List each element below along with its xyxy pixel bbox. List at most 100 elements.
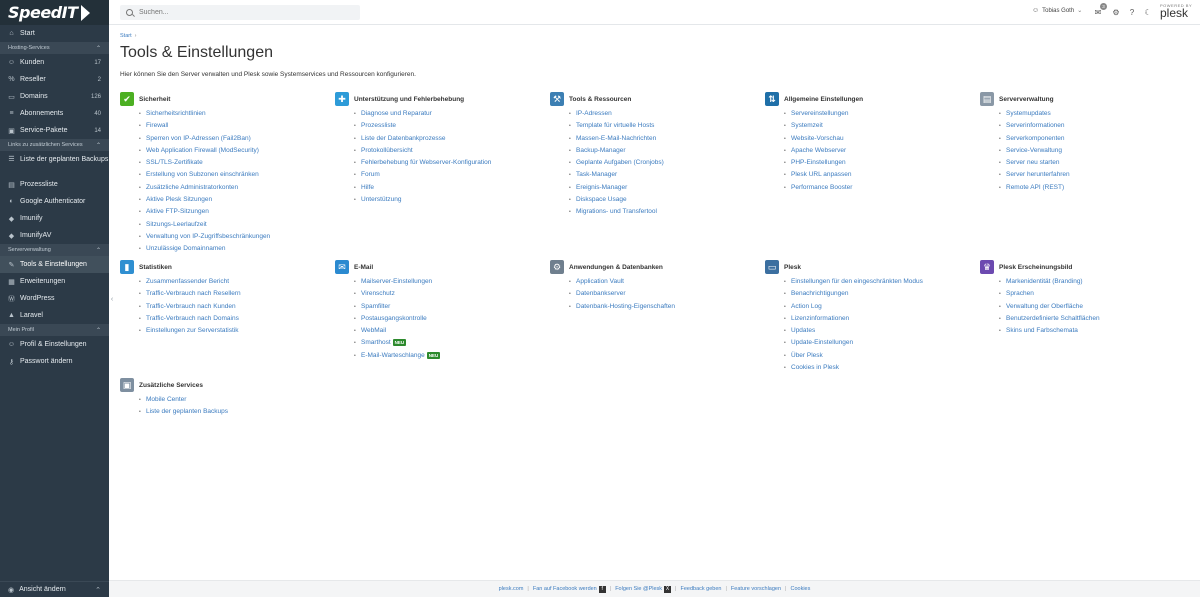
sidebar-item-prozessliste[interactable]: ▤ Prozessliste bbox=[0, 176, 109, 193]
tool-link[interactable]: Datenbank-Hosting-Eigenschaften bbox=[569, 301, 760, 314]
tool-link[interactable]: Task-Manager bbox=[569, 169, 760, 182]
section-serververwaltung[interactable]: Serververwaltung ⌃ bbox=[0, 244, 109, 256]
tool-link[interactable]: PHP-Einstellungen bbox=[784, 157, 975, 170]
tool-link[interactable]: Mobile Center bbox=[139, 394, 330, 407]
tool-link[interactable]: Traffic-Verbrauch nach Resellern bbox=[139, 288, 330, 301]
footer-link-twitter[interactable]: Folgen Sie @Plesk bbox=[615, 586, 662, 592]
tool-link[interactable]: Remote API (REST) bbox=[999, 182, 1190, 195]
logo[interactable]: SpeedIT bbox=[0, 0, 109, 25]
tool-link[interactable]: Website-Vorschau bbox=[784, 133, 975, 146]
suggestions-icon[interactable]: ⚙ bbox=[1111, 7, 1121, 17]
tool-link[interactable]: Liste der Datenbankprozesse bbox=[354, 133, 545, 146]
sidebar-item-service-pakete[interactable]: ▣ Service-Pakete 14 bbox=[0, 122, 109, 139]
tool-link[interactable]: Massen-E-Mail-Nachrichten bbox=[569, 133, 760, 146]
tool-link[interactable]: Markenidentität (Branding) bbox=[999, 276, 1190, 289]
breadcrumb-start[interactable]: Start bbox=[120, 33, 132, 39]
sidebar-item-kunden[interactable]: ☺ Kunden 17 bbox=[0, 54, 109, 71]
sidebar-item-reseller[interactable]: % Reseller 2 bbox=[0, 71, 109, 88]
tool-link[interactable]: Update-Einstellungen bbox=[784, 337, 975, 350]
tool-link[interactable]: Diagnose und Reparatur bbox=[354, 108, 545, 121]
tool-link[interactable]: Sprachen bbox=[999, 288, 1190, 301]
tool-link[interactable]: IP-Adressen bbox=[569, 108, 760, 121]
tool-link[interactable]: Servereinstellungen bbox=[784, 108, 975, 121]
tool-link[interactable]: Service-Verwaltung bbox=[999, 145, 1190, 158]
footer-link-feedback[interactable]: Feedback geben bbox=[680, 586, 721, 592]
tool-link[interactable]: Skins und Farbschemata bbox=[999, 325, 1190, 338]
sidebar-item-start[interactable]: ⌂ Start bbox=[0, 25, 109, 42]
search-input[interactable] bbox=[139, 9, 339, 16]
tool-link[interactable]: Ereignis-Manager bbox=[569, 182, 760, 195]
tool-link[interactable]: Einstellungen zur Serverstatistik bbox=[139, 325, 330, 338]
tool-link[interactable]: Hilfe bbox=[354, 182, 545, 195]
sidebar-item-domains[interactable]: ▭ Domains 126 bbox=[0, 88, 109, 105]
sidebar-item-erweiterungen[interactable]: ▦ Erweiterungen bbox=[0, 273, 109, 290]
tool-link[interactable]: Zusätzliche Administratorkonten bbox=[139, 182, 330, 195]
tool-link[interactable]: Zusammenfassender Bericht bbox=[139, 276, 330, 289]
sidebar-item-backup-list[interactable]: ☰ Liste der geplanten Backups bbox=[0, 151, 109, 176]
tool-link[interactable]: Server neu starten bbox=[999, 157, 1190, 170]
tool-link[interactable]: Einstellungen für den eingeschränkten Mo… bbox=[784, 276, 975, 289]
search-box[interactable] bbox=[120, 5, 360, 20]
tool-link[interactable]: Traffic-Verbrauch nach Kunden bbox=[139, 301, 330, 314]
sidebar-item-laravel[interactable]: ▲ Laravel bbox=[0, 307, 109, 324]
section-links[interactable]: Links zu zusätzlichen Services ⌃ bbox=[0, 139, 109, 151]
tool-link[interactable]: Backup-Manager bbox=[569, 145, 760, 158]
tool-link[interactable]: Protokollübersicht bbox=[354, 145, 545, 158]
tool-link[interactable]: E-Mail-WarteschlangeNEU bbox=[354, 350, 545, 362]
footer-link-facebook[interactable]: Fan auf Facebook werden bbox=[533, 586, 597, 592]
sidebar-item-wordpress[interactable]: Ⓦ WordPress bbox=[0, 290, 109, 307]
tool-link[interactable]: Benachrichtigungen bbox=[784, 288, 975, 301]
footer-link-cookies[interactable]: Cookies bbox=[790, 586, 810, 592]
notifications-icon[interactable]: ✉ 3 bbox=[1093, 3, 1107, 17]
tool-link[interactable]: Updates bbox=[784, 325, 975, 338]
sidebar-item-imunifyav[interactable]: ◆ ImunifyAV bbox=[0, 227, 109, 244]
tool-link[interactable]: Über Plesk bbox=[784, 350, 975, 363]
user-menu[interactable]: ☺ Tobias Goth ⌄ bbox=[1032, 7, 1082, 14]
tool-link[interactable]: Migrations- und Transfertool bbox=[569, 206, 760, 219]
tool-link[interactable]: Verwaltung der Oberfläche bbox=[999, 301, 1190, 314]
tool-link[interactable]: Sitzungs-Leerlaufzeit bbox=[139, 219, 330, 232]
tool-link[interactable]: Verwaltung von IP-Zugriffsbeschränkungen bbox=[139, 231, 330, 244]
sidebar-item-abonnements[interactable]: ≡ Abonnements 40 bbox=[0, 105, 109, 122]
tool-link[interactable]: Performance Booster bbox=[784, 182, 975, 195]
tool-link[interactable]: Apache Webserver bbox=[784, 145, 975, 158]
footer-link-plesk[interactable]: plesk.com bbox=[499, 586, 524, 592]
tool-link[interactable]: Mailserver-Einstellungen bbox=[354, 276, 545, 289]
tool-link[interactable]: Forum bbox=[354, 169, 545, 182]
theme-toggle-icon[interactable]: ☾ bbox=[1143, 7, 1153, 17]
tool-link[interactable]: Benutzerdefinierte Schaltflächen bbox=[999, 313, 1190, 326]
tool-link[interactable]: Lizenzinformationen bbox=[784, 313, 975, 326]
section-hosting-services[interactable]: Hosting-Services ⌃ bbox=[0, 42, 109, 54]
tool-link[interactable]: Application Vault bbox=[569, 276, 760, 289]
sidebar-item-imunify[interactable]: ◆ Imunify bbox=[0, 210, 109, 227]
tool-link[interactable]: Fehlerbehebung für Webserver-Konfigurati… bbox=[354, 157, 545, 170]
tool-link[interactable]: Geplante Aufgaben (Cronjobs) bbox=[569, 157, 760, 170]
tool-link[interactable]: Datenbankserver bbox=[569, 288, 760, 301]
tool-link[interactable]: Firewall bbox=[139, 120, 330, 133]
tool-link[interactable]: Postausgangskontrolle bbox=[354, 313, 545, 326]
tool-link[interactable]: Action Log bbox=[784, 301, 975, 314]
sidebar-item-passwort[interactable]: ⚷ Passwort ändern bbox=[0, 353, 109, 370]
tool-link[interactable]: Systemupdates bbox=[999, 108, 1190, 121]
tool-link[interactable]: Sicherheitsrichtlinien bbox=[139, 108, 330, 121]
tool-link[interactable]: WebMail bbox=[354, 325, 545, 338]
tool-link[interactable]: Unzulässige Domainnamen bbox=[139, 243, 330, 256]
change-view-button[interactable]: ◉ Ansicht ändern ⌃ bbox=[0, 581, 109, 597]
tool-link[interactable]: Spamfilter bbox=[354, 301, 545, 314]
help-icon[interactable]: ? bbox=[1127, 7, 1137, 17]
tool-link[interactable]: Serverkomponenten bbox=[999, 133, 1190, 146]
tool-link[interactable]: Serverinformationen bbox=[999, 120, 1190, 133]
tool-link[interactable]: Cookies in Plesk bbox=[784, 362, 975, 375]
tool-link[interactable]: Sperren von IP-Adressen (Fail2Ban) bbox=[139, 133, 330, 146]
tool-link[interactable]: Plesk URL anpassen bbox=[784, 169, 975, 182]
tool-link[interactable]: SmarthostNEU bbox=[354, 337, 545, 350]
tool-link[interactable]: Traffic-Verbrauch nach Domains bbox=[139, 313, 330, 326]
section-mein-profil[interactable]: Mein Profil ⌃ bbox=[0, 324, 109, 336]
tool-link[interactable]: Systemzeit bbox=[784, 120, 975, 133]
tool-link[interactable]: Server herunterfahren bbox=[999, 169, 1190, 182]
tool-link[interactable]: Unterstützung bbox=[354, 194, 545, 207]
sidebar-item-profil[interactable]: ☺ Profil & Einstellungen bbox=[0, 336, 109, 353]
tool-link[interactable]: Template für virtuelle Hosts bbox=[569, 120, 760, 133]
tool-link[interactable]: Aktive Plesk Sitzungen bbox=[139, 194, 330, 207]
tool-link[interactable]: SSL/TLS-Zertifikate bbox=[139, 157, 330, 170]
